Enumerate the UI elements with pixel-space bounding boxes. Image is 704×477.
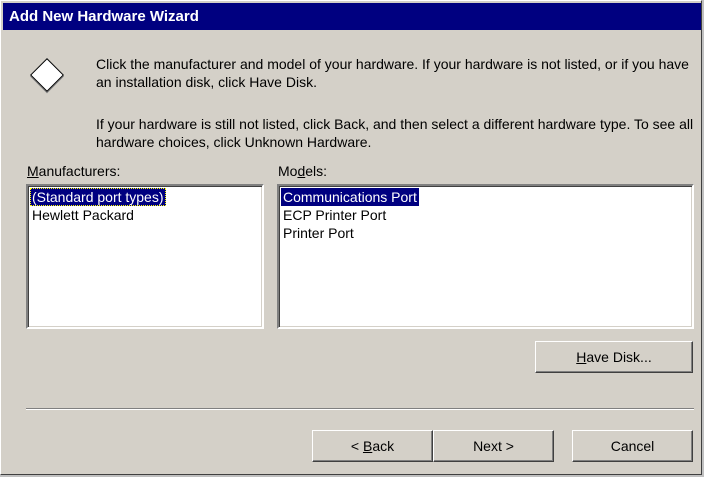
model-item-printer-port[interactable]: Printer Port	[281, 224, 356, 242]
wizard-diamond-icon	[30, 58, 64, 92]
wizard-window: Add New Hardware Wizard Click the manufa…	[0, 0, 702, 475]
instruction-paragraph-2: If your hardware is still not listed, cl…	[96, 116, 694, 150]
back-button[interactable]: < Back	[312, 430, 433, 462]
model-item-communications-port[interactable]: Communications Port	[281, 188, 419, 206]
have-disk-button[interactable]: Have Disk...	[535, 341, 693, 373]
manufacturer-item-standard-port-types[interactable]: (Standard port types)	[30, 188, 166, 206]
next-button[interactable]: Next >	[433, 430, 554, 462]
manufacturers-listbox[interactable]: (Standard port types) Hewlett Packard	[26, 184, 264, 329]
models-label: Models:	[278, 163, 328, 179]
manufacturers-label: Manufacturers:	[27, 163, 121, 179]
separator	[26, 408, 694, 410]
cancel-button[interactable]: Cancel	[572, 430, 693, 462]
window-title: Add New Hardware Wizard	[9, 8, 199, 25]
models-listbox[interactable]: Communications Port ECP Printer Port Pri…	[277, 184, 694, 329]
instruction-paragraph-1: Click the manufacturer and model of your…	[96, 56, 689, 90]
manufacturer-item-hewlett-packard[interactable]: Hewlett Packard	[30, 206, 136, 224]
model-item-ecp-printer-port[interactable]: ECP Printer Port	[281, 206, 388, 224]
title-bar[interactable]: Add New Hardware Wizard	[3, 3, 701, 30]
